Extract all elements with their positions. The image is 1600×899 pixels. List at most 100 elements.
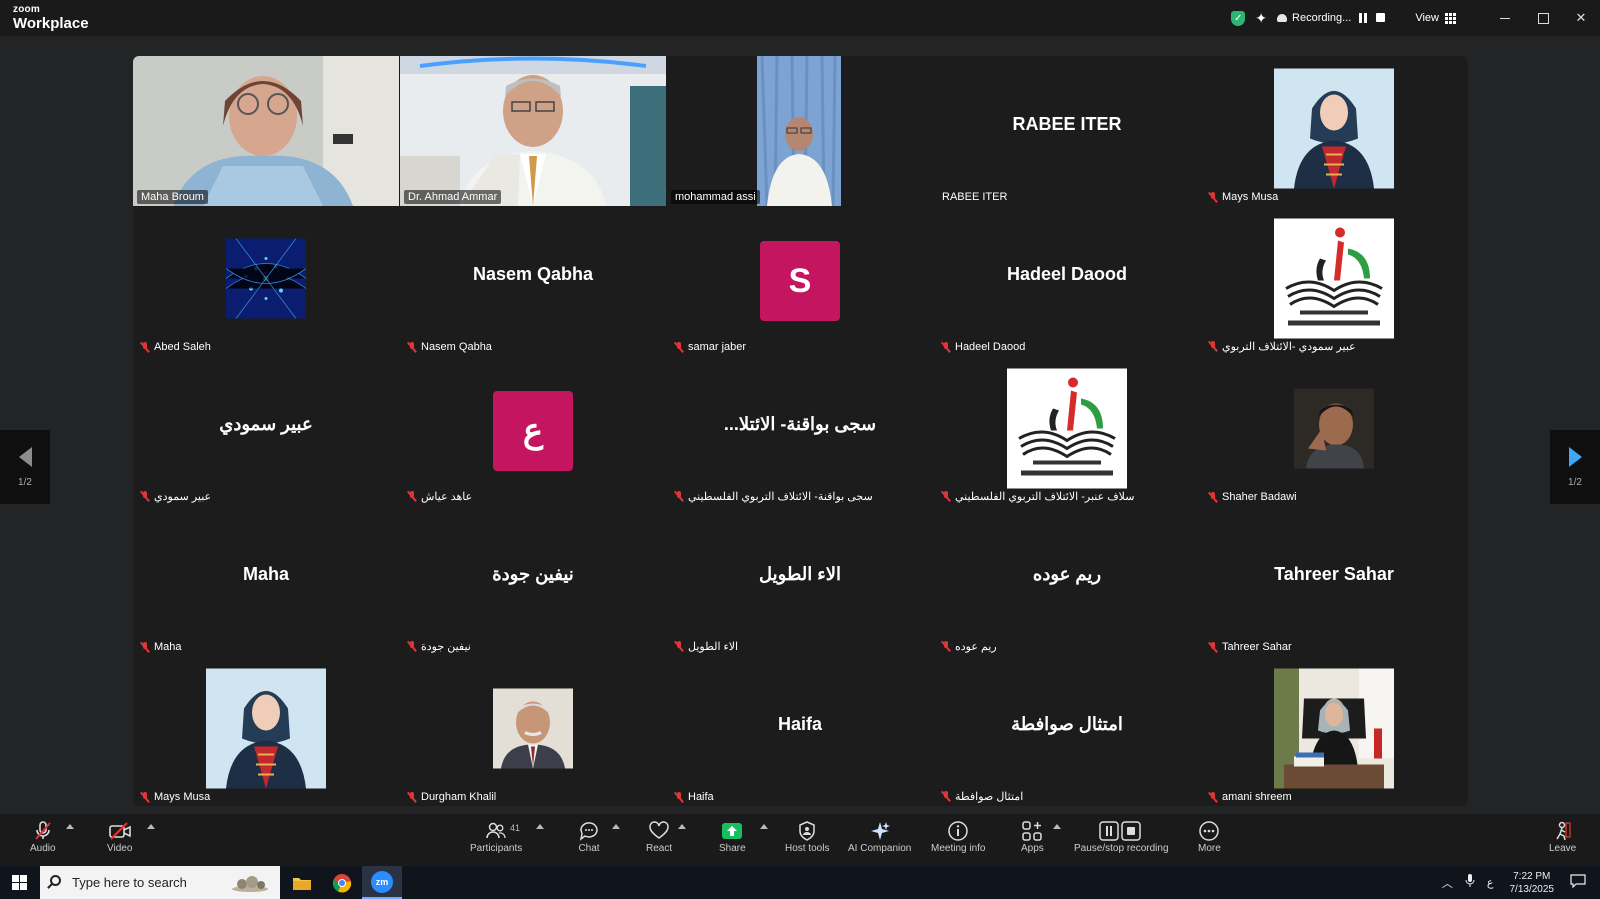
chat-bubble-icon <box>578 819 600 843</box>
heart-react-icon <box>648 819 670 843</box>
audio-label: Audio <box>30 843 56 854</box>
audio-options-caret-icon[interactable] <box>66 824 74 829</box>
apps-label: Apps <box>1021 843 1044 854</box>
previous-page-button[interactable]: 1/2 <box>0 430 50 504</box>
taskbar-search-box[interactable]: Type here to search <box>40 866 280 899</box>
file-explorer-icon[interactable] <box>282 866 322 899</box>
view-button[interactable]: View <box>1415 12 1456 24</box>
participant-tile[interactable]: amani shreem <box>1201 656 1467 806</box>
participant-name: Haifa <box>688 791 714 803</box>
microphone-muted-icon <box>1209 341 1217 352</box>
stop-recording-icon[interactable] <box>1375 12 1387 24</box>
chrome-icon[interactable] <box>322 866 362 899</box>
video-options-caret-icon[interactable] <box>147 824 155 829</box>
participant-tile[interactable]: عبير سمودي -الائتلاف التربوي <box>1201 206 1467 356</box>
react-options-caret-icon[interactable] <box>678 824 686 829</box>
cloud-recording-icon <box>1277 14 1288 22</box>
participant-tile[interactable]: mohammad assi <box>667 56 933 206</box>
participant-tile[interactable]: Mays Musa <box>133 656 399 806</box>
host-tools-button[interactable]: Host tools <box>785 819 829 854</box>
participant-name: mohammad assi <box>675 191 756 203</box>
participant-name: samar jaber <box>688 341 747 353</box>
participant-tile[interactable]: Durgham Khalil <box>400 656 666 806</box>
participant-name-label: Maha Broum <box>137 190 208 204</box>
tray-expand-caret-icon[interactable]: ︿ <box>1442 875 1453 891</box>
microphone-muted-icon <box>942 791 950 802</box>
encryption-shield-icon[interactable]: ✓ <box>1231 10 1246 26</box>
meeting-info-button[interactable]: Meeting info <box>931 819 985 854</box>
participant-tile[interactable]: Shaher Badawi <box>1201 356 1467 506</box>
participants-count: 41 <box>510 823 521 833</box>
windows-start-icon[interactable] <box>12 875 27 890</box>
input-language[interactable]: ع <box>1487 876 1494 889</box>
minimize-window-icon[interactable] <box>1486 0 1524 36</box>
participant-tile[interactable]: الاء الطويل الاء الطويل <box>667 506 933 656</box>
share-options-caret-icon[interactable] <box>760 824 768 829</box>
participant-tile[interactable]: Nasem Qabha Nasem Qabha <box>400 206 666 356</box>
participant-tile[interactable]: امتثال صوافطة امتثال صوافطة <box>934 656 1200 806</box>
brand-small: zoom <box>13 4 40 15</box>
participant-name-label: Maha <box>137 640 186 654</box>
participant-tile[interactable]: RABEE ITER RABEE ITER <box>934 56 1200 206</box>
participant-tile[interactable]: Hadeel Daood Hadeel Daood <box>934 206 1200 356</box>
video-button[interactable]: Video <box>107 819 132 854</box>
clock-date: 7/13/2025 <box>1509 883 1555 895</box>
apps-button[interactable]: Apps <box>1021 819 1044 854</box>
participant-display-name: الاء الطويل <box>759 564 841 584</box>
participant-tile[interactable]: Haifa Haifa <box>667 656 933 806</box>
taskbar-clock[interactable]: 7:22 PM 7/13/2025 <box>1510 870 1555 896</box>
participant-name: Durgham Khalil <box>421 791 497 803</box>
host-tools-label: Host tools <box>785 843 830 854</box>
participant-tile[interactable]: ع عاهد عياش <box>400 356 666 506</box>
participant-tile[interactable]: ...سجى بواقنة- الائتلا سجى بواقنة- الائتل… <box>667 356 933 506</box>
avatar <box>1294 388 1374 474</box>
participant-tile[interactable]: Maha Maha <box>133 506 399 656</box>
avatar: S <box>760 241 840 321</box>
chat-options-caret-icon[interactable] <box>612 824 620 829</box>
search-highlight-decoration <box>230 873 270 893</box>
participant-tile[interactable]: Ssamar jaber <box>667 206 933 356</box>
more-label: More <box>1198 843 1221 854</box>
participant-tile[interactable]: Tahreer Sahar Tahreer Sahar <box>1201 506 1467 656</box>
participant-tile[interactable]: Mays Musa <box>1201 56 1467 206</box>
microphone-muted-icon <box>408 341 416 353</box>
chat-button[interactable]: Chat <box>578 819 600 854</box>
search-icon <box>50 875 61 886</box>
share-button[interactable]: Share <box>719 819 746 854</box>
participant-display-name: امتثال صوافطة <box>1011 714 1123 734</box>
participant-display-name: Haifa <box>777 714 822 734</box>
participant-tile[interactable]: Abed Saleh <box>133 206 399 356</box>
next-page-button[interactable]: 1/2 <box>1550 430 1600 504</box>
react-button[interactable]: React <box>646 819 672 854</box>
participant-tile[interactable]: Dr. Ahmad Ammar <box>400 56 666 206</box>
restore-window-icon[interactable] <box>1524 0 1562 36</box>
participant-tile[interactable]: Maha Broum <box>133 56 399 206</box>
pause-recording-icon[interactable] <box>1357 12 1369 24</box>
participant-display-name: Nasem Qabha <box>472 264 594 284</box>
participant-display-name: ريم عوده <box>1032 564 1102 584</box>
participant-tile[interactable]: ريم عوده ريم عوده <box>934 506 1200 656</box>
search-placeholder: Type here to search <box>72 875 187 890</box>
avatar <box>1274 668 1394 794</box>
pause-stop-recording-button[interactable]: Pause/stop recording <box>1074 819 1169 854</box>
microphone-tray-icon[interactable] <box>1465 874 1475 891</box>
audio-button[interactable]: Audio <box>30 819 56 854</box>
ai-sparkle-icon[interactable]: ✦ <box>1255 10 1267 27</box>
participants-options-caret-icon[interactable] <box>536 824 544 829</box>
apps-options-caret-icon[interactable] <box>1053 824 1061 829</box>
close-window-icon[interactable]: ✕ <box>1562 0 1600 36</box>
notifications-icon[interactable] <box>1570 874 1586 891</box>
participant-tile[interactable]: نيفين جودة نيفين جودة <box>400 506 666 656</box>
leave-button[interactable]: Leave <box>1549 819 1576 854</box>
participant-tile[interactable]: عبير سمودي عبير سمودي <box>133 356 399 506</box>
participant-name: Nasem Qabha <box>421 341 492 353</box>
microphone-muted-icon <box>141 491 149 502</box>
more-button[interactable]: More <box>1198 819 1221 854</box>
participant-name-label: عبير سمودي <box>137 489 215 504</box>
zoom-taskbar-app[interactable]: zm <box>362 866 402 899</box>
ai-companion-button[interactable]: AI Companion <box>848 819 911 854</box>
participant-name-label: الاء الطويل <box>671 639 742 654</box>
participant-name: سلاف عنبر- الائتلاف التربوي الفلسطيني <box>955 491 1135 503</box>
participant-tile[interactable]: سلاف عنبر- الائتلاف التربوي الفلسطيني <box>934 356 1200 506</box>
participant-name: نيفين جودة <box>421 641 471 653</box>
